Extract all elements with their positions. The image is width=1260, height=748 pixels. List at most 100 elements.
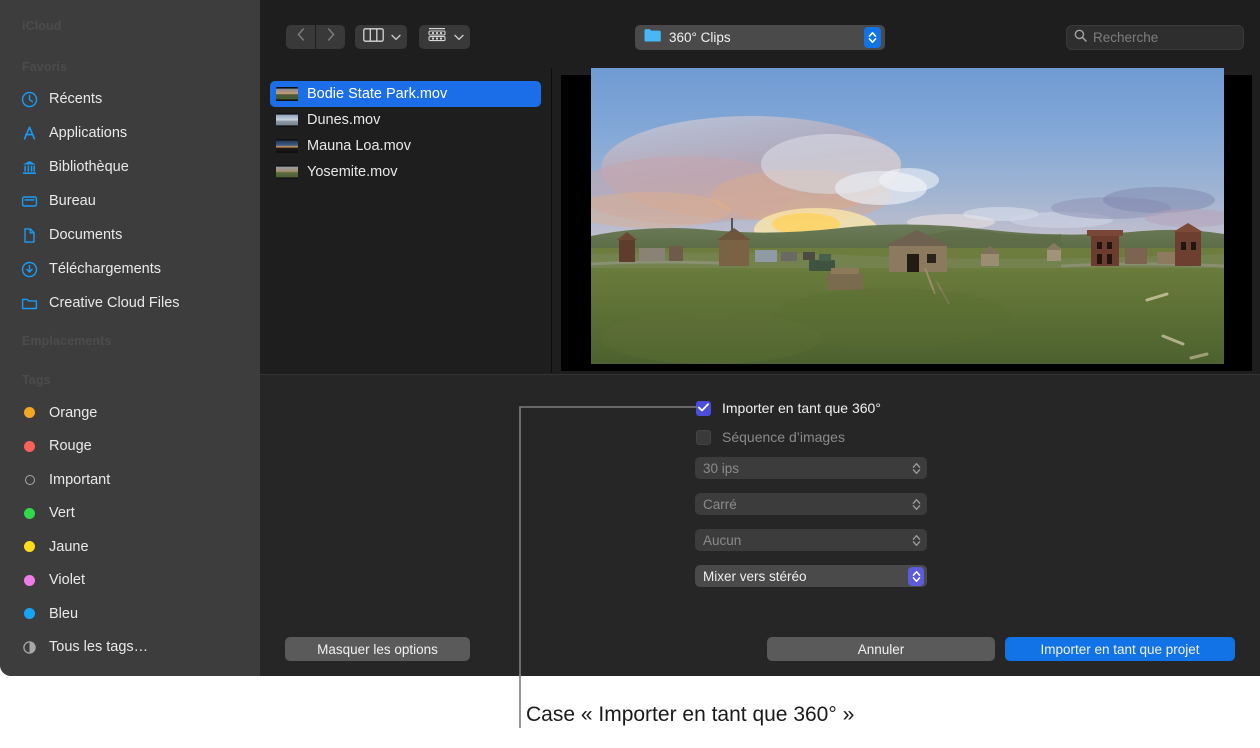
group-items-icon — [427, 27, 447, 47]
sidebar-item-tag-violet[interactable]: Violet — [0, 564, 260, 598]
clock-icon — [21, 91, 38, 108]
sidebar-item-creative-cloud-files[interactable]: Creative Cloud Files — [0, 286, 260, 320]
video-thumbnail-icon — [276, 113, 298, 127]
sidebar-item-tag-rouge[interactable]: Rouge — [0, 430, 260, 464]
sidebar-favorites-list: Récents Applications Bibliothèque Bureau — [0, 82, 260, 320]
chevron-right-icon — [327, 28, 335, 46]
video-thumbnail-icon — [276, 165, 298, 179]
file-name: Dunes.mov — [307, 112, 380, 128]
sidebar-item-label: Tous les tags… — [49, 639, 148, 655]
sidebar: iCloud Favoris Récents Applications Bibl — [0, 0, 260, 676]
back-button[interactable] — [286, 25, 315, 49]
import-media-window: iCloud Favoris Récents Applications Bibl — [0, 0, 1260, 676]
location-popup-label: 360° Clips — [669, 30, 856, 45]
sidebar-item-label: Bureau — [49, 193, 96, 209]
sidebar-item-label: Documents — [49, 227, 122, 243]
sidebar-item-downloads[interactable]: Téléchargements — [0, 252, 260, 286]
sidebar-item-label: Bibliothèque — [49, 159, 129, 175]
audio-value: Mixer vers stéréo — [703, 569, 908, 584]
list-item[interactable]: Mauna Loa.mov — [270, 133, 541, 159]
image-sequence-checkbox[interactable] — [696, 430, 711, 445]
sidebar-item-tag-bleu[interactable]: Bleu — [0, 597, 260, 631]
sidebar-item-tag-jaune[interactable]: Jaune — [0, 530, 260, 564]
downloads-icon — [21, 261, 38, 278]
sidebar-section-header-favoris: Favoris — [0, 60, 67, 74]
tag-dot-icon — [21, 505, 38, 522]
hide-options-button[interactable]: Masquer les options — [285, 637, 470, 661]
tag-ring-icon — [21, 471, 38, 488]
sidebar-item-documents[interactable]: Documents — [0, 218, 260, 252]
list-item[interactable]: Dunes.mov — [270, 107, 541, 133]
cancel-button[interactable]: Annuler — [767, 637, 995, 661]
sidebar-item-label: Orange — [49, 405, 97, 421]
sidebar-item-tag-important[interactable]: Important — [0, 463, 260, 497]
search-icon — [1074, 29, 1087, 47]
sidebar-section-header-tags: Tags — [0, 373, 51, 387]
stepper-arrows-icon — [864, 27, 881, 48]
hide-options-label: Masquer les options — [317, 642, 438, 657]
library-icon — [21, 159, 38, 176]
sidebar-item-desktop[interactable]: Bureau — [0, 184, 260, 218]
sidebar-item-library[interactable]: Bibliothèque — [0, 150, 260, 184]
chevron-down-icon — [454, 28, 464, 46]
preview-pane — [553, 68, 1260, 373]
frame-rate-value: 30 ips — [703, 461, 908, 476]
chevron-left-icon — [297, 28, 305, 46]
column-view-icon — [363, 28, 384, 47]
sidebar-item-all-tags[interactable]: Tous les tags… — [0, 631, 260, 665]
sidebar-item-recents[interactable]: Récents — [0, 82, 260, 116]
image-sequence-checkbox-row[interactable]: Séquence d’images — [696, 429, 845, 445]
file-name: Yosemite.mov — [307, 164, 398, 180]
callout-caption: Case « Importer en tant que 360° » — [526, 703, 854, 727]
field-order-value: Aucun — [703, 533, 908, 548]
tag-dot-icon — [21, 538, 38, 555]
stepper-arrows-icon — [908, 459, 924, 478]
sidebar-item-label: Creative Cloud Files — [49, 295, 180, 311]
cancel-label: Annuler — [858, 642, 905, 657]
checkmark-icon — [698, 399, 709, 417]
field-order-popup[interactable]: Aucun — [695, 529, 927, 551]
sidebar-section-header-icloud: iCloud — [0, 19, 61, 33]
view-mode-button[interactable] — [355, 25, 407, 49]
all-tags-icon — [21, 639, 38, 656]
document-icon — [21, 227, 38, 244]
applications-icon — [21, 125, 38, 142]
search-placeholder: Recherche — [1093, 30, 1158, 45]
sidebar-item-label: Rouge — [49, 438, 92, 454]
import-as-project-button[interactable]: Importer en tant que projet — [1005, 637, 1235, 661]
search-input[interactable]: Recherche — [1066, 25, 1244, 50]
sidebar-item-label: Applications — [49, 125, 127, 141]
sidebar-item-applications[interactable]: Applications — [0, 116, 260, 150]
stepper-arrows-icon — [908, 495, 924, 514]
aspect-ratio-value: Carré — [703, 497, 908, 512]
list-item[interactable]: Yosemite.mov — [270, 159, 541, 185]
aspect-ratio-popup[interactable]: Carré — [695, 493, 927, 515]
folder-icon — [644, 28, 661, 47]
sidebar-section-header-emplacements: Emplacements — [0, 334, 111, 348]
sidebar-item-label: Vert — [49, 505, 75, 521]
location-popup-button[interactable]: 360° Clips — [635, 25, 885, 50]
sidebar-item-label: Téléchargements — [49, 261, 161, 277]
list-item[interactable]: Bodie State Park.mov — [270, 81, 541, 107]
audio-popup[interactable]: Mixer vers stéréo — [695, 565, 927, 587]
tag-dot-icon — [21, 605, 38, 622]
file-list[interactable]: Bodie State Park.mov Dunes.mov Mauna Loa… — [260, 68, 552, 373]
folder-icon — [21, 295, 38, 312]
sidebar-item-tag-vert[interactable]: Vert — [0, 497, 260, 531]
sidebar-tags-list: Orange Rouge Important Vert Jaune Violet — [0, 396, 260, 664]
import-options-panel: Importer en tant que 360° Séquence d’ima… — [260, 374, 1260, 676]
sidebar-item-label: Bleu — [49, 606, 78, 622]
sidebar-item-label: Violet — [49, 572, 85, 588]
sidebar-item-tag-orange[interactable]: Orange — [0, 396, 260, 430]
sidebar-item-label: Important — [49, 472, 110, 488]
sidebar-item-label: Jaune — [49, 539, 89, 555]
group-items-button[interactable] — [419, 25, 470, 49]
frame-rate-popup[interactable]: 30 ips — [695, 457, 927, 479]
import-as-360-checkbox-row[interactable]: Importer en tant que 360° — [696, 400, 881, 416]
toolbar: 360° Clips Recherche — [260, 0, 1260, 68]
sidebar-item-label: Récents — [49, 91, 102, 107]
import-as-360-label: Importer en tant que 360° — [722, 400, 881, 416]
forward-button[interactable] — [316, 25, 345, 49]
import-as-360-checkbox[interactable] — [696, 401, 711, 416]
file-name: Bodie State Park.mov — [307, 86, 447, 102]
